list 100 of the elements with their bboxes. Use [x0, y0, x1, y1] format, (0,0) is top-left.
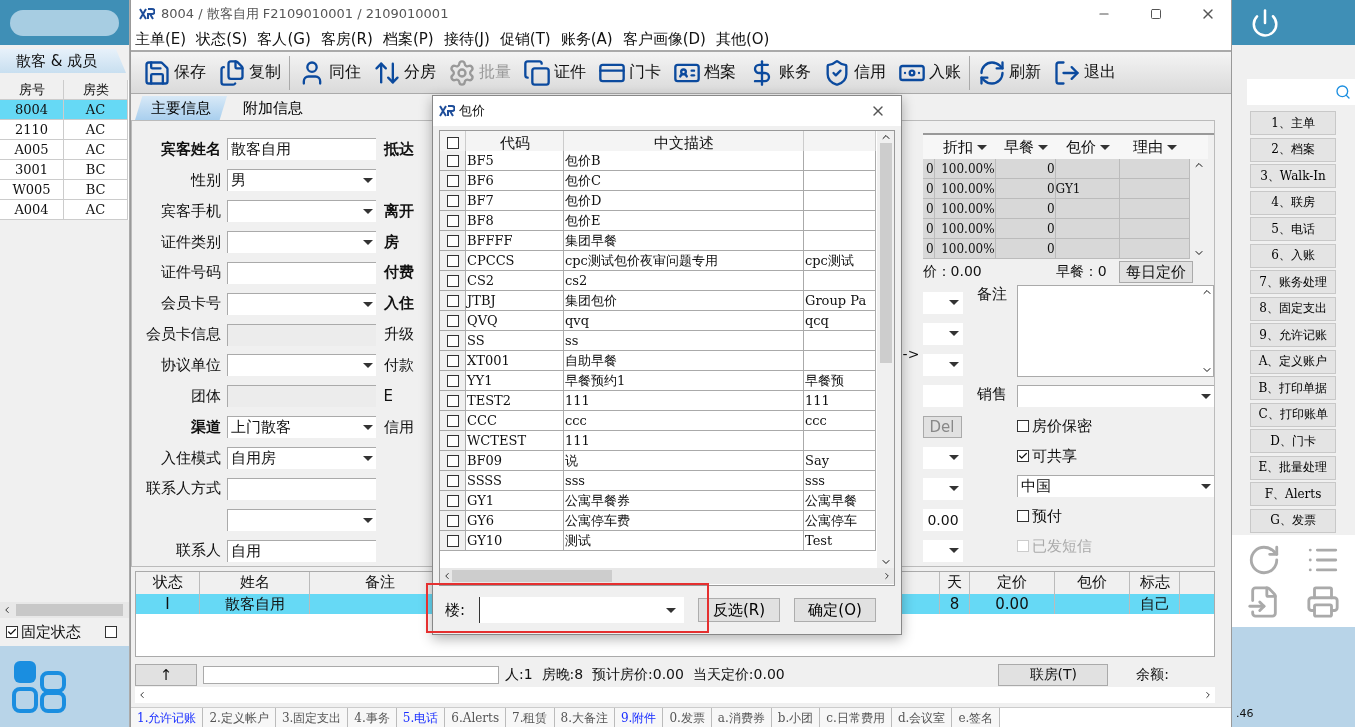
table-cell: CS2	[466, 271, 564, 291]
table-cell: 100.00%	[934, 199, 996, 219]
table-cell: qcq	[804, 311, 876, 331]
table-cell: ccc	[804, 411, 876, 431]
table-cell: Say	[804, 451, 876, 471]
field-label: E	[383, 387, 393, 406]
checkbox-label: 预付	[1031, 506, 1062, 526]
table-cell: 100.00%	[934, 159, 996, 179]
table-cell: 111	[564, 431, 804, 451]
table-cell: 100.00%	[934, 219, 996, 239]
field-label: 升级	[383, 325, 414, 345]
table-cell: cpc测试	[804, 251, 876, 271]
table-cell: 早餐预约1	[564, 371, 804, 391]
field-label: 联系人	[175, 541, 222, 561]
table-cell: BF09	[466, 451, 564, 471]
field-label: 性别	[189, 170, 222, 190]
table-cell: 说	[564, 451, 804, 471]
field-label: 联系人方式	[145, 479, 222, 499]
table-cell: 0	[995, 239, 1056, 259]
table-cell: TEST2	[466, 391, 564, 411]
table-cell: YY1	[466, 371, 564, 391]
field-label: 会员卡号	[160, 294, 222, 314]
table-cell: 0	[922, 159, 935, 179]
table-cell: qvq	[564, 311, 804, 331]
table-cell: Group Pa	[804, 291, 876, 311]
field-label: 房	[383, 232, 399, 252]
field-label: 证件类别	[160, 232, 222, 252]
summary-text: 人:1 房晚:8 预计房价:0.00 当天定价:0.00	[505, 666, 785, 684]
table-cell: 集团包价	[564, 291, 804, 311]
field-label: 协议单位	[160, 355, 222, 375]
checkbox-label: 已发短信	[1031, 536, 1092, 556]
field-label: 渠道	[190, 417, 222, 437]
arrow-text: ->	[902, 346, 920, 362]
table-cell: WCTEST	[466, 431, 564, 451]
table-cell: 早餐预	[804, 371, 876, 391]
table-cell: GY1	[466, 491, 564, 511]
table-cell: 0	[995, 219, 1056, 239]
table-cell: 111	[804, 391, 876, 411]
column-header: 房号	[0, 80, 64, 100]
field-label: 销售	[976, 385, 1008, 405]
table-cell: 0	[922, 239, 935, 259]
field-label: 入住	[383, 294, 414, 314]
table-cell: 100.00%	[934, 239, 996, 259]
table-cell: JTBJ	[466, 291, 564, 311]
field-label: 付款	[383, 355, 414, 375]
table-cell: BF8	[466, 211, 564, 231]
table-cell: GY10	[466, 531, 564, 551]
table-cell: sss	[564, 471, 804, 491]
table-cell: 0	[995, 159, 1056, 179]
table-cell: 公寓早餐	[804, 491, 876, 511]
table-cell: 包价D	[564, 191, 804, 211]
table-cell: 0	[995, 199, 1056, 219]
window-title: 8004 / 散客自用 F2109010001 / 2109010001	[161, 5, 449, 23]
table-cell: GY6	[466, 511, 564, 531]
field-label: 会员卡信息	[145, 325, 222, 345]
table-cell: CCC	[466, 411, 564, 431]
table-cell: BFFFF	[466, 231, 564, 251]
table-cell: SS	[466, 331, 564, 351]
dialog-title: 包价	[459, 102, 485, 120]
field-label: 备注	[976, 285, 1008, 305]
status-text: .46	[1236, 707, 1254, 720]
field-label: 团体	[190, 386, 222, 406]
breakfast-text: 早餐：0	[1055, 263, 1107, 281]
table-cell: ss	[564, 331, 804, 351]
table-cell: BF6	[466, 171, 564, 191]
table-cell: sss	[804, 471, 876, 491]
table-cell: BF5	[466, 151, 564, 171]
column-header: 房类	[64, 80, 128, 100]
field-label: 宾客手机	[160, 201, 222, 221]
table-cell: SSSS	[466, 471, 564, 491]
table-cell: Test	[804, 531, 876, 551]
table-cell: 公寓停车费	[564, 511, 804, 531]
table-cell: ccc	[564, 411, 804, 431]
field-label: 楼:	[445, 600, 466, 620]
field-label: 付费	[383, 263, 414, 283]
checkbox-label: 可共享	[1031, 446, 1077, 466]
field-label: 信用	[383, 417, 414, 437]
field-label: 离开	[383, 201, 414, 221]
table-cell: cpc测试包价夜审问题专用	[564, 251, 804, 271]
checkbox-label: 房价保密	[1031, 416, 1092, 436]
table-cell: 100.00%	[934, 179, 996, 199]
table-cell: 0	[922, 219, 935, 239]
table-cell: 测试	[564, 531, 804, 551]
table-cell: cs2	[564, 271, 804, 291]
table-cell: 0	[995, 179, 1056, 199]
checkbox-label: 固定状态	[21, 622, 81, 642]
field-label: 宾客姓名	[160, 139, 222, 159]
table-cell: 111	[564, 391, 804, 411]
balance-label: 余额:	[1136, 666, 1169, 684]
table-cell: GY1	[1055, 179, 1120, 199]
field-label: 抵达	[383, 139, 414, 159]
table-cell: QVQ	[466, 311, 564, 331]
table-cell: 集团早餐	[564, 231, 804, 251]
table-cell: 包价C	[564, 171, 804, 191]
table-cell: 0	[922, 179, 935, 199]
price-text: 价：0.00	[922, 263, 982, 281]
field-label: 入住模式	[160, 448, 222, 468]
table-cell: 0	[922, 199, 935, 219]
table-cell: CPCCS	[466, 251, 564, 271]
table-cell: 自助早餐	[564, 351, 804, 371]
